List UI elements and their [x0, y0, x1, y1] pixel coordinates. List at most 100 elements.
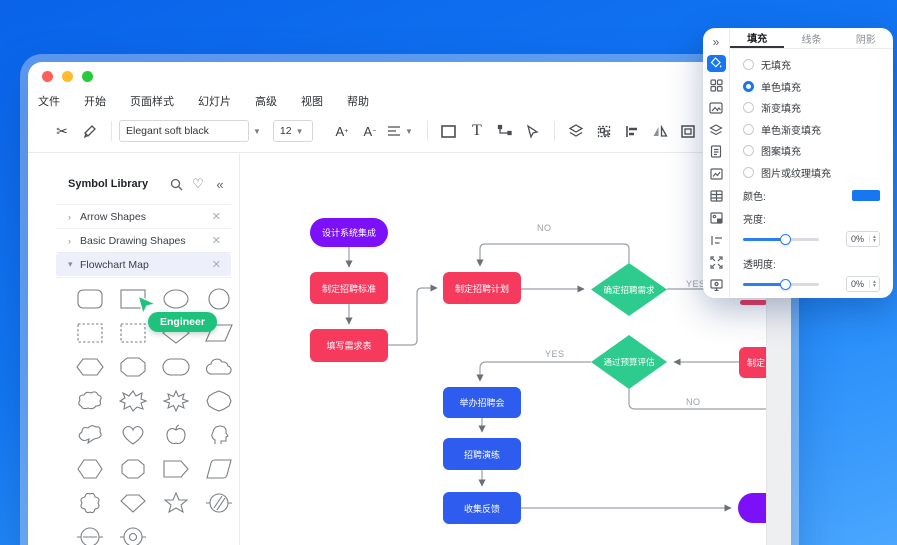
shape-starburst-8[interactable] — [154, 384, 197, 418]
table-icon[interactable] — [707, 188, 726, 205]
zoom-button[interactable] — [82, 71, 93, 82]
connector-tool-icon[interactable] — [491, 118, 519, 144]
search-icon[interactable] — [165, 178, 187, 191]
sidebar-item-basic-drawing-shapes[interactable]: › Basic Drawing Shapes ✕ — [56, 229, 231, 252]
collapse-sidebar-icon[interactable]: « — [209, 177, 231, 192]
text-align-icon[interactable]: ▼ — [384, 118, 420, 144]
brightness-slider[interactable] — [743, 234, 819, 245]
image-icon[interactable] — [707, 99, 726, 116]
expand-arrows-icon[interactable] — [707, 254, 726, 271]
shape-dashed-rectangle[interactable] — [68, 316, 111, 350]
close-icon[interactable]: ✕ — [212, 210, 221, 223]
slider-thumb[interactable] — [780, 279, 791, 290]
flow-node-process[interactable]: 制定招聘标准 — [310, 272, 388, 304]
components-icon[interactable] — [707, 77, 726, 94]
collapse-panel-icon[interactable]: » — [707, 33, 726, 50]
flow-node-process[interactable]: 招聘演练 — [443, 438, 521, 470]
fill-option-texture[interactable]: 图片或纹理填充 — [730, 162, 893, 184]
close-icon[interactable]: ✕ — [212, 258, 221, 271]
stepper-icon[interactable]: ▲▼ — [869, 280, 879, 288]
shape-head-profile[interactable] — [197, 418, 240, 452]
shape-circle[interactable] — [197, 282, 240, 316]
shape-stadium[interactable] — [154, 350, 197, 384]
flow-node-decision[interactable]: 确定招聘需求 — [591, 263, 667, 316]
menu-view[interactable]: 视图 — [301, 93, 323, 109]
sidebar-item-flowchart-map[interactable]: ▾ Flowchart Map ✕ — [56, 253, 231, 276]
shape-hexagon[interactable] — [68, 350, 111, 384]
layers-icon[interactable] — [562, 118, 590, 144]
align-objects-icon[interactable] — [618, 118, 646, 144]
shape-apple[interactable] — [154, 418, 197, 452]
tab-fill[interactable]: 填充 — [730, 28, 784, 48]
shape-tool-icon[interactable] — [435, 118, 463, 144]
shape-hatched-circle[interactable] — [197, 486, 240, 520]
layers-icon[interactable] — [707, 121, 726, 138]
menu-page-style[interactable]: 页面样式 — [130, 93, 174, 109]
flow-node-decision[interactable]: 通过预算评估 — [591, 335, 667, 389]
shape-hexagon-regular[interactable] — [68, 452, 111, 486]
shape-splat[interactable] — [68, 418, 111, 452]
menu-slides[interactable]: 幻灯片 — [198, 93, 231, 109]
bring-front-icon[interactable] — [674, 118, 702, 144]
menu-help[interactable]: 帮助 — [347, 93, 369, 109]
group-icon[interactable] — [590, 118, 618, 144]
minimize-button[interactable] — [62, 71, 73, 82]
font-select-caret[interactable]: ▼ — [253, 127, 261, 136]
pointer-tool-icon[interactable] — [519, 118, 547, 144]
flow-node-process[interactable]: 制定招聘计划 — [443, 272, 521, 304]
fill-option-gradient[interactable]: 渐变填充 — [730, 97, 893, 119]
flow-node-process[interactable]: 填写需求表 — [310, 329, 388, 362]
menu-file[interactable]: 文件 — [38, 93, 60, 109]
menu-advanced[interactable]: 高级 — [255, 93, 277, 109]
favorites-icon[interactable]: ♡ — [187, 176, 209, 192]
indent-lines-icon[interactable] — [707, 232, 726, 249]
shape-pentagon-arrow[interactable] — [154, 452, 197, 486]
opacity-slider[interactable] — [743, 279, 819, 290]
shape-rough-circle[interactable] — [197, 384, 240, 418]
shape-quatrefoil[interactable] — [68, 486, 111, 520]
presentation-icon[interactable] — [707, 276, 726, 293]
tab-shadow[interactable]: 阴影 — [839, 28, 893, 48]
cut-icon[interactable]: ✂ — [48, 118, 76, 144]
decrease-font-icon[interactable]: A− — [356, 118, 384, 144]
opacity-value-input[interactable]: 0% ▲▼ — [846, 276, 880, 292]
fill-option-solid-gradient[interactable]: 单色渐变填充 — [730, 119, 893, 141]
brightness-value-input[interactable]: 0% ▲▼ — [846, 231, 880, 247]
close-icon[interactable]: ✕ — [212, 234, 221, 247]
shape-rounded-rectangle[interactable] — [68, 282, 111, 316]
shape-blob[interactable] — [68, 384, 111, 418]
format-painter-icon[interactable] — [76, 118, 104, 144]
fill-tool-icon[interactable] — [707, 55, 726, 72]
tab-line[interactable]: 线条 — [784, 28, 838, 48]
flow-node-process[interactable]: 收集反馈 — [443, 492, 521, 524]
shape-octagon-regular[interactable] — [111, 452, 154, 486]
fill-color-swatch[interactable] — [852, 190, 880, 201]
stepper-icon[interactable]: ▲▼ — [869, 235, 879, 243]
shape-octagon[interactable] — [111, 350, 154, 384]
fill-option-solid[interactable]: 单色填充 — [730, 76, 893, 98]
shape-cloud[interactable] — [197, 350, 240, 384]
flip-icon[interactable] — [646, 118, 674, 144]
chart-icon[interactable] — [707, 165, 726, 182]
shape-circle-target[interactable] — [111, 520, 154, 545]
shape-starburst-10[interactable] — [111, 384, 154, 418]
document-icon[interactable] — [707, 143, 726, 160]
text-tool-icon[interactable]: T — [463, 118, 491, 144]
fill-option-pattern[interactable]: 图案填充 — [730, 140, 893, 162]
shape-ellipse[interactable] — [154, 282, 197, 316]
increase-font-icon[interactable]: A+ — [328, 118, 356, 144]
shape-rounded-tilted-square[interactable] — [197, 452, 240, 486]
font-size-select[interactable]: 12▼ — [273, 120, 313, 142]
fill-option-none[interactable]: 无填充 — [730, 54, 893, 76]
shape-heart[interactable] — [111, 418, 154, 452]
slider-thumb[interactable] — [780, 234, 791, 245]
shape-gem[interactable] — [111, 486, 154, 520]
flow-node-process[interactable]: 举办招聘会 — [443, 387, 521, 418]
sidebar-item-arrow-shapes[interactable]: › Arrow Shapes ✕ — [56, 205, 231, 228]
close-button[interactable] — [42, 71, 53, 82]
shape-circle-line[interactable] — [68, 520, 111, 545]
font-select[interactable]: Elegant soft black — [119, 120, 249, 142]
shape-star[interactable] — [154, 486, 197, 520]
flow-node-start[interactable]: 设计系统集成 — [310, 218, 388, 247]
menu-home[interactable]: 开始 — [84, 93, 106, 109]
